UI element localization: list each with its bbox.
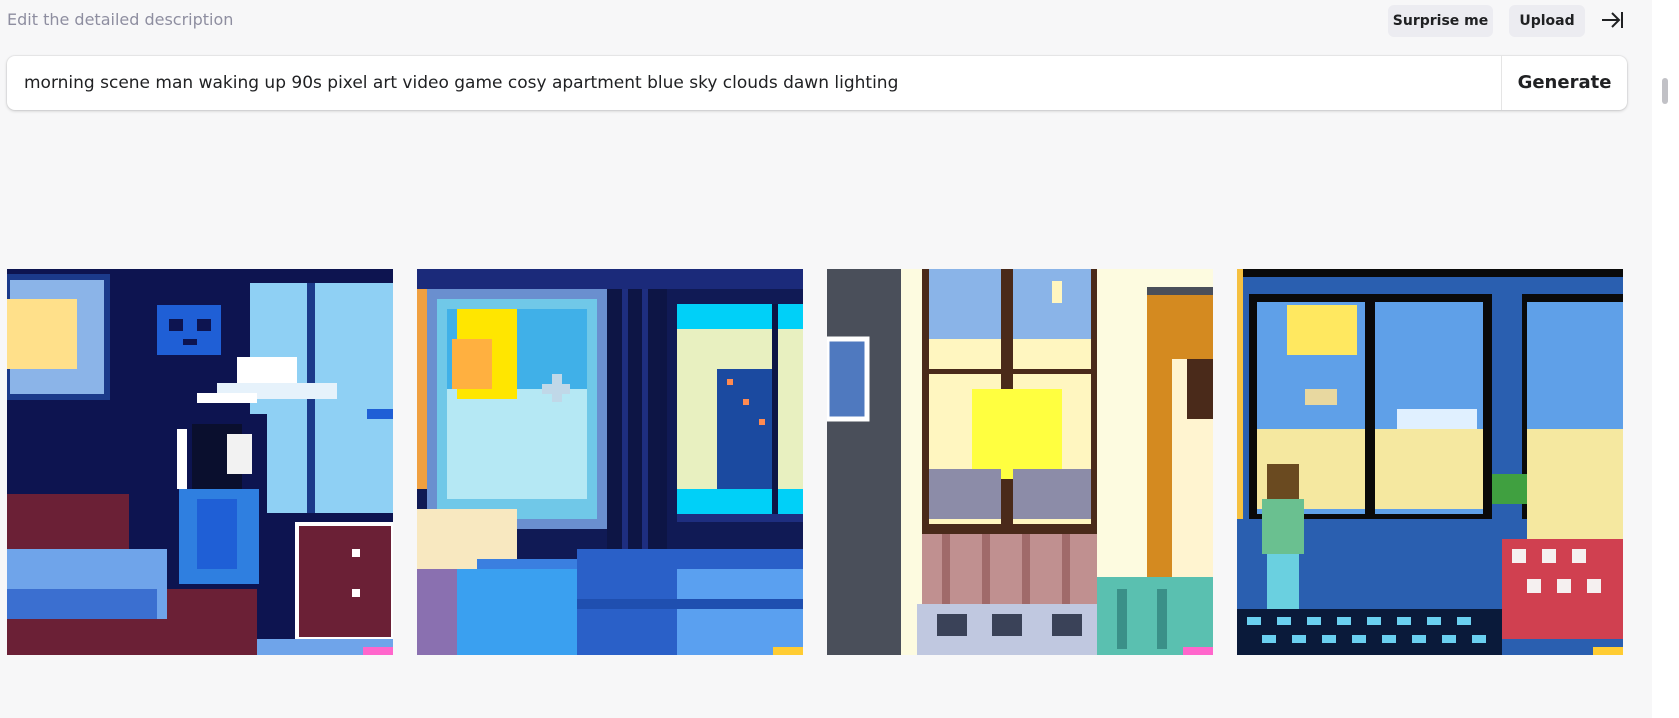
prompt-bar: Generate: [7, 56, 1627, 110]
generated-image-3[interactable]: [827, 269, 1213, 655]
generated-image-4[interactable]: [1237, 269, 1623, 655]
generated-image-2[interactable]: [417, 269, 803, 655]
generate-button[interactable]: Generate: [1502, 56, 1627, 110]
arrow-to-right-bar-icon[interactable]: [1600, 10, 1624, 30]
prompt-input[interactable]: [7, 56, 1501, 110]
top-bar: Edit the detailed description Surprise m…: [0, 0, 1640, 40]
scrollbar-thumb[interactable]: [1662, 78, 1668, 104]
upload-button[interactable]: Upload: [1509, 5, 1585, 37]
surprise-me-button[interactable]: Surprise me: [1388, 5, 1493, 37]
generated-image-1[interactable]: [7, 269, 393, 655]
scrollbar[interactable]: [1652, 0, 1679, 718]
prompt-hint-label: Edit the detailed description: [7, 10, 234, 29]
